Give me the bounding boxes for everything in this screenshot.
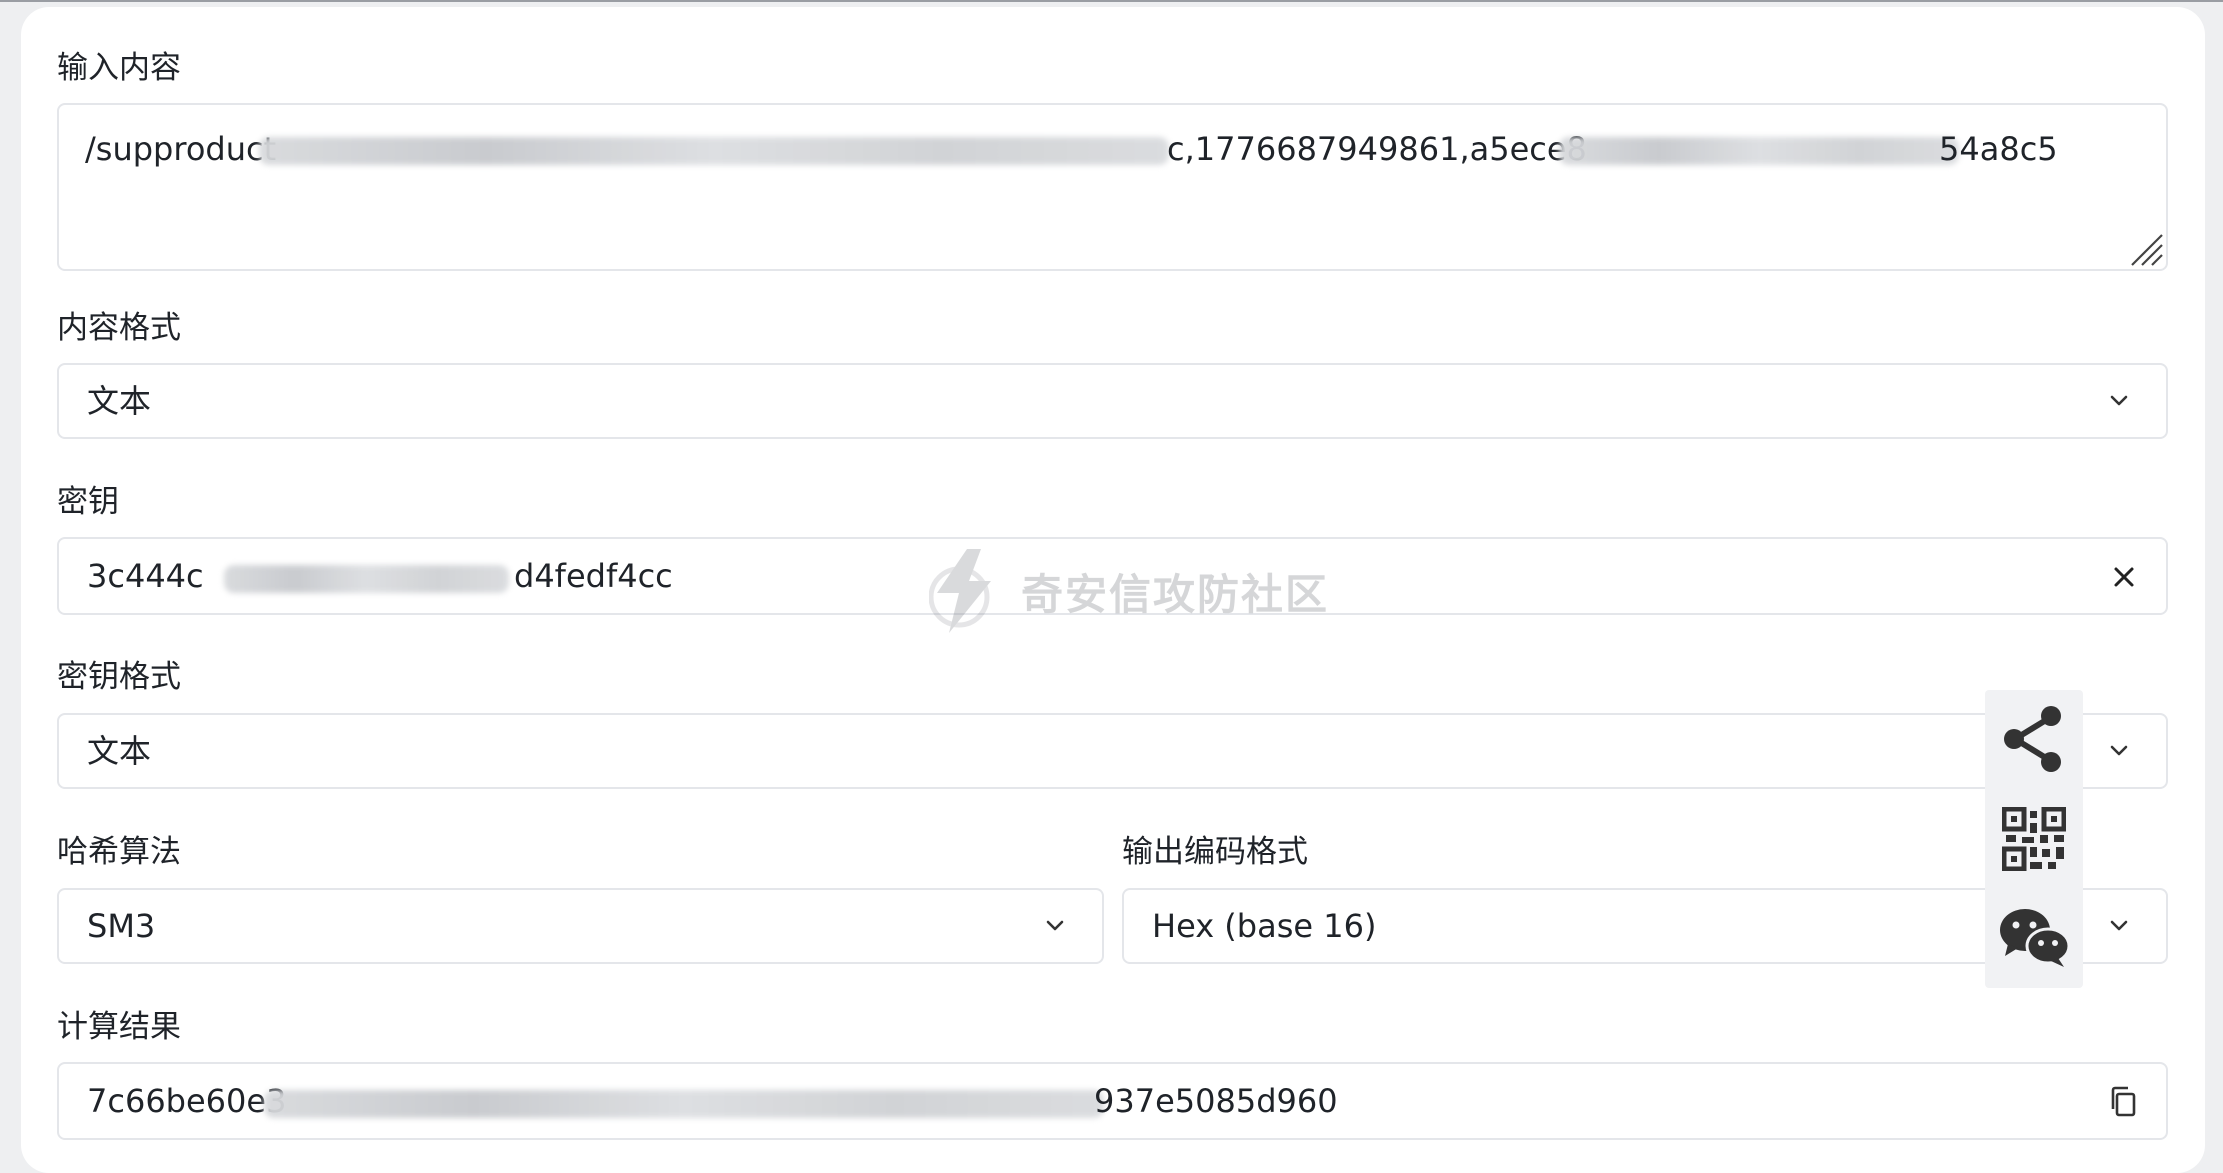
- hash-algorithm-select[interactable]: SM3: [57, 888, 1104, 964]
- share-button[interactable]: [1985, 690, 2083, 788]
- result-label: 计算结果: [57, 1009, 181, 1045]
- key-value-end: d4fedf4cc: [514, 557, 673, 595]
- output-encoding-value: Hex (base 16): [1152, 907, 1377, 945]
- window-top-border: [0, 0, 2223, 2]
- share-icon: [2004, 706, 2061, 772]
- watermark: 奇安信攻防社区: [929, 547, 1329, 635]
- resize-handle-icon[interactable]: [2130, 233, 2164, 267]
- watermark-text: 奇安信攻防社区: [1021, 569, 1330, 619]
- chevron-down-icon: [2110, 920, 2128, 931]
- content-format-select[interactable]: 文本: [57, 363, 2168, 439]
- key-format-label: 密钥格式: [57, 659, 181, 695]
- wechat-button[interactable]: [1985, 888, 2083, 986]
- output-encoding-label: 输出编码格式: [1122, 834, 1308, 870]
- input-value-middle: c,1776687949861,a5ece8: [1167, 130, 1587, 168]
- qrcode-button[interactable]: [1985, 790, 2083, 888]
- input-value-start: /supproduct: [85, 130, 277, 168]
- result-redacted: [264, 1090, 1104, 1118]
- input-redacted-1: [259, 137, 1169, 165]
- chevron-down-icon: [2110, 745, 2128, 756]
- chevron-down-icon: [1046, 920, 1064, 931]
- input-value-end: 54a8c5: [1939, 130, 2058, 168]
- qrcode-icon: [2002, 807, 2066, 871]
- chevron-down-icon: [2110, 395, 2128, 406]
- content-format-label: 内容格式: [57, 310, 181, 346]
- key-format-value: 文本: [87, 732, 152, 770]
- lightning-logo-icon: [929, 549, 991, 633]
- input-textarea[interactable]: /supproduct c,1776687949861,a5ece8 54a8c…: [57, 103, 2168, 271]
- result-value-end: 937e5085d960: [1094, 1082, 1338, 1120]
- result-output: 7c66be60e3 937e5085d960: [57, 1062, 2168, 1140]
- key-value-start: 3c444c: [87, 557, 204, 595]
- input-label: 输入内容: [57, 50, 181, 86]
- key-redacted: [224, 565, 509, 593]
- wechat-icon: [2000, 909, 2070, 967]
- key-format-select[interactable]: 文本: [57, 713, 2168, 789]
- result-value-start: 7c66be60e3: [87, 1082, 287, 1120]
- hash-algorithm-value: SM3: [87, 907, 156, 945]
- copy-icon[interactable]: [2108, 1085, 2140, 1119]
- close-icon[interactable]: [2110, 563, 2138, 591]
- hash-algorithm-label: 哈希算法: [57, 834, 181, 870]
- key-label: 密钥: [57, 484, 119, 520]
- content-format-value: 文本: [87, 382, 152, 420]
- hash-calculator-card: 输入内容 /supproduct c,1776687949861,a5ece8 …: [21, 7, 2205, 1173]
- floating-share-panel: [1985, 690, 2083, 988]
- input-redacted-2: [1559, 137, 1959, 165]
